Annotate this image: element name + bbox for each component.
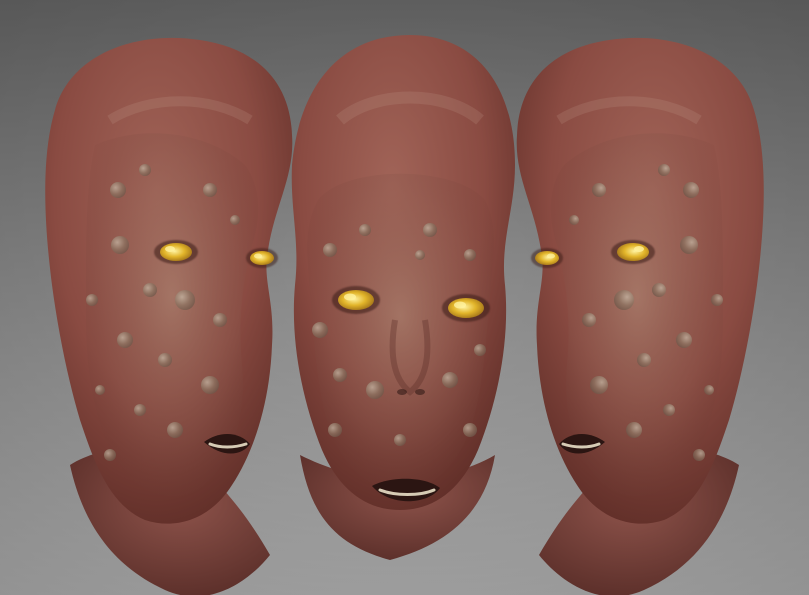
left-eye-front-view <box>332 286 380 314</box>
left-eye-left-view <box>154 240 198 264</box>
image-canvas <box>0 0 809 595</box>
creature-view-front <box>291 35 515 560</box>
left-eye-right-view <box>611 240 655 264</box>
right-eye-left-view <box>246 248 278 268</box>
right-eye-right-view <box>531 248 563 268</box>
creature-head-render <box>0 0 809 595</box>
right-eye-front-view <box>442 294 490 322</box>
